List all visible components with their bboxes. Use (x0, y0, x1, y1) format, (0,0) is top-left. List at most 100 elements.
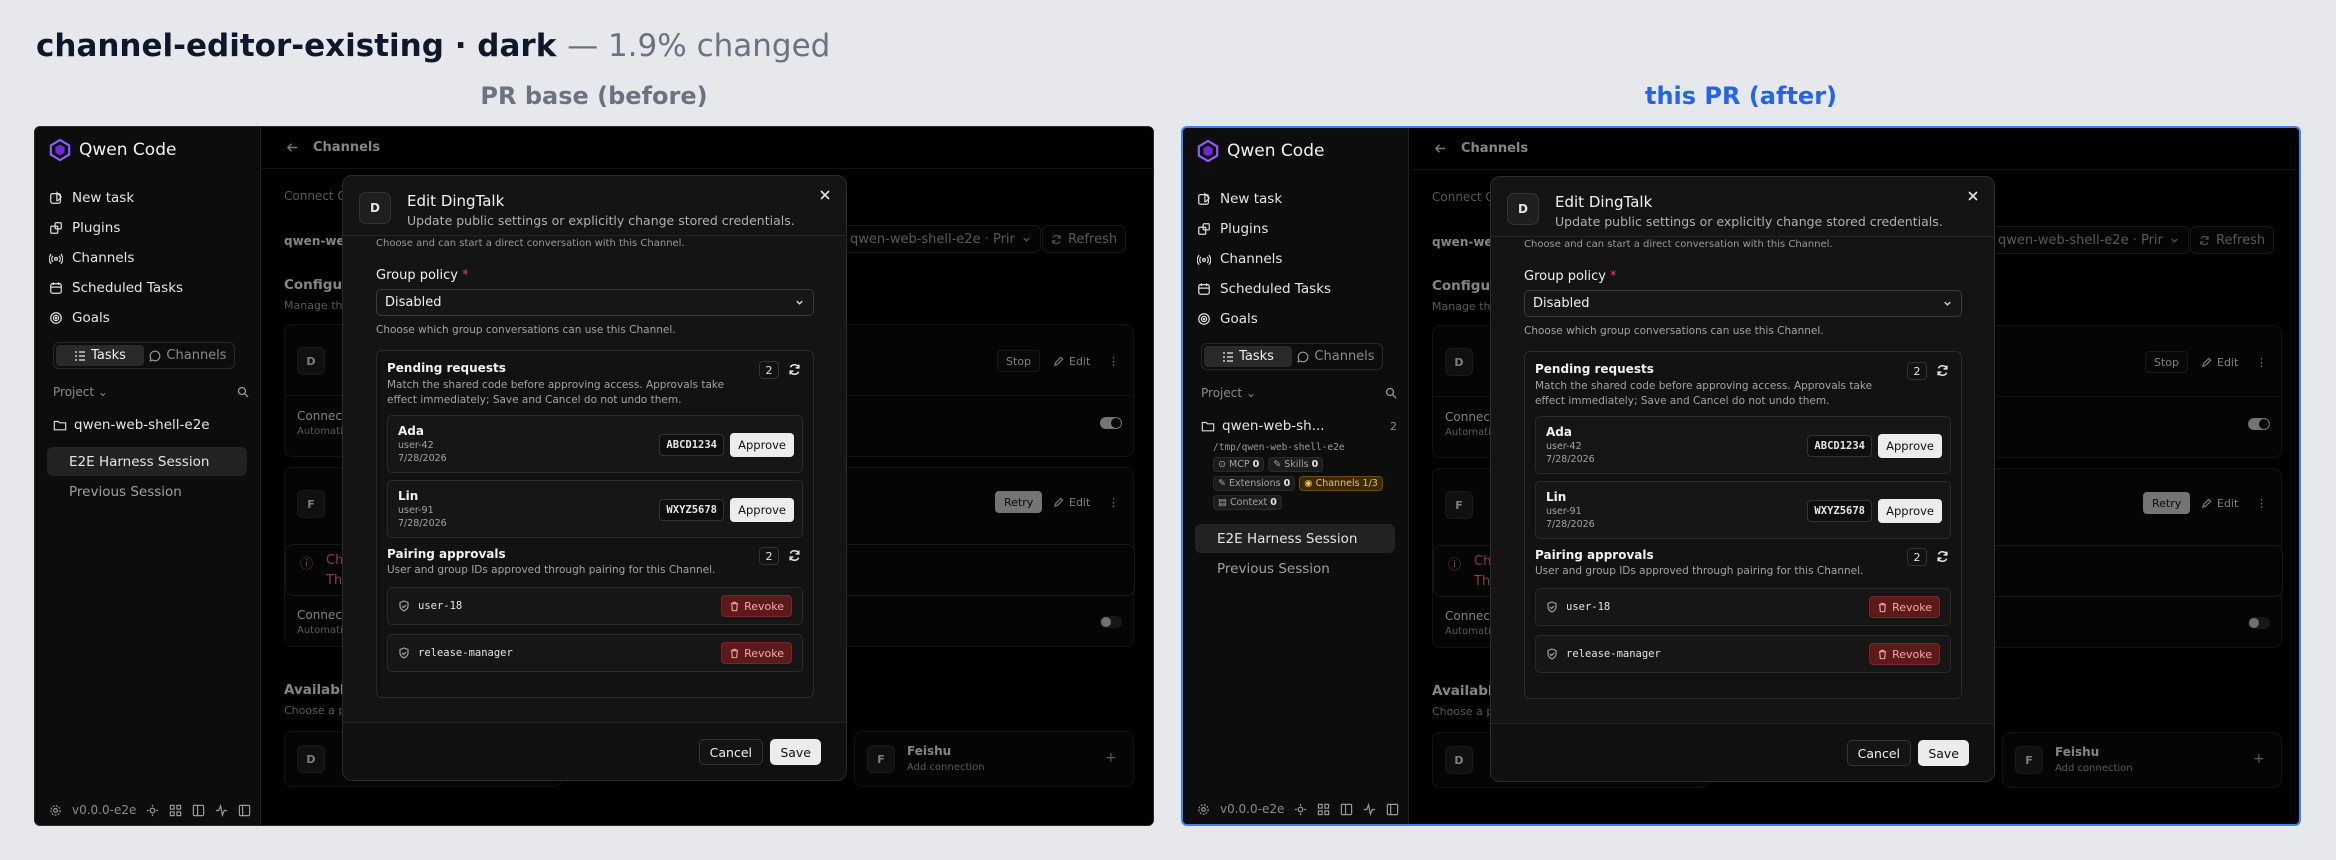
nav-label: Goals (1220, 311, 1258, 327)
settings-icon[interactable] (1197, 803, 1210, 816)
session-e2e-harness[interactable]: E2E Harness Session (47, 447, 247, 476)
theme-icon[interactable] (146, 804, 159, 817)
nav-label: Channels (1220, 251, 1283, 267)
theme-icon[interactable] (1294, 803, 1307, 816)
refresh-icon[interactable] (1936, 364, 1949, 377)
nav-scheduled-tasks[interactable]: Scheduled Tasks (1197, 274, 1397, 304)
folder-icon (53, 420, 67, 431)
chip-value: 0 (1270, 497, 1277, 508)
list-icon (1223, 351, 1234, 362)
chip-skills[interactable]: ✎ Skills 0 (1268, 457, 1324, 472)
chip-extensions[interactable]: ✎ Extensions 0 (1213, 476, 1296, 491)
nav-label: Goals (72, 310, 110, 326)
brand-name: Qwen Code (1227, 141, 1325, 161)
sidebar-footer: v0.0.0-e2e (1197, 802, 1399, 816)
group-policy-select[interactable]: Disabled (1524, 290, 1962, 317)
approve-button[interactable]: Approve (1878, 434, 1942, 458)
project-dropdown[interactable]: Project ⌄ (1201, 386, 1256, 400)
tab-channels[interactable]: Channels (1292, 346, 1380, 367)
nav-goals[interactable]: Goals (49, 303, 249, 333)
nav-new-task[interactable]: New task (49, 183, 249, 213)
page-title-main: channel-editor-existing · dark (36, 28, 557, 64)
activity-icon[interactable] (215, 803, 228, 817)
refresh-icon[interactable] (788, 363, 801, 376)
project-dropdown[interactable]: Project ⌄ (53, 385, 108, 399)
session-previous[interactable]: Previous Session (1195, 554, 1395, 583)
modal-header: D Edit DingTalk Update public settings o… (1491, 177, 1994, 237)
close-icon[interactable] (1966, 189, 1980, 203)
cancel-button[interactable]: Cancel (1846, 740, 1911, 766)
approved-id: release-manager (1566, 648, 1661, 660)
search-icon[interactable] (237, 386, 249, 398)
activity-icon[interactable] (1363, 802, 1376, 816)
chevron-down-icon: ⌄ (1245, 386, 1256, 400)
search-icon[interactable] (1385, 387, 1397, 399)
trash-icon (730, 601, 739, 611)
settings-icon[interactable] (49, 804, 62, 817)
pairing-approvals-description: User and group IDs approved through pair… (387, 564, 716, 576)
grid-icon[interactable] (1317, 803, 1330, 816)
chip-context[interactable]: ▤ Context 0 (1213, 495, 1282, 510)
pending-requests-description: Match the shared code before approving a… (387, 379, 725, 406)
scrolled-help-text: Choose and can start a direct conversati… (1524, 239, 1833, 250)
panel-icon[interactable] (1340, 803, 1353, 816)
workspace-item[interactable]: qwen-web-shell-e2e (53, 417, 249, 433)
chip-label: Context (1230, 497, 1268, 508)
revoke-button[interactable]: Revoke (721, 642, 792, 664)
grid-icon[interactable] (169, 804, 182, 817)
pairing-approval-row: user-18 Revoke (387, 587, 803, 625)
nav-channels[interactable]: Channels (49, 243, 249, 273)
session-e2e-harness[interactable]: E2E Harness Session (1195, 524, 1395, 553)
request-date: 7/28/2026 (1546, 519, 1595, 530)
nav-channels[interactable]: Channels (1197, 244, 1397, 274)
chip-mcp[interactable]: ⊙ MCP 0 (1213, 457, 1265, 472)
brand[interactable]: Qwen Code (49, 139, 176, 161)
chip-channels[interactable]: ◉ Channels 1/3 (1299, 476, 1383, 491)
version-label: v0.0.0-e2e (72, 803, 137, 817)
refresh-icon[interactable] (1936, 550, 1949, 563)
new-task-icon (50, 191, 63, 204)
chip-label: Channels 1/3 (1315, 478, 1378, 489)
sidebar: Qwen Code New task Plugins Channels Sche… (35, 127, 261, 825)
requester-name: Lin (1546, 490, 1567, 504)
group-policy-select[interactable]: Disabled (376, 289, 814, 316)
nav-scheduled-tasks[interactable]: Scheduled Tasks (49, 273, 249, 303)
approve-button[interactable]: Approve (1878, 499, 1942, 523)
app-window: Qwen Code New task Plugins Channels Sche… (35, 127, 1153, 825)
brand[interactable]: Qwen Code (1197, 140, 1324, 162)
modal-title: Edit DingTalk (1555, 193, 1653, 211)
project-header: Project ⌄ (53, 385, 249, 399)
save-button[interactable]: Save (770, 739, 821, 765)
sidebar-toggle-icon[interactable] (1386, 803, 1399, 816)
group-policy-label-text: Group policy (376, 268, 458, 283)
nav-plugins[interactable]: Plugins (49, 213, 249, 243)
nav-goals[interactable]: Goals (1197, 304, 1397, 334)
nav-label: Scheduled Tasks (72, 280, 184, 296)
session-previous[interactable]: Previous Session (47, 477, 247, 506)
pairing-count-badge: 2 (1907, 548, 1927, 566)
save-button[interactable]: Save (1918, 740, 1969, 766)
caption-after: this PR (after) (1644, 82, 1837, 110)
close-icon[interactable] (818, 188, 832, 202)
revoke-button[interactable]: Revoke (721, 595, 792, 617)
refresh-icon[interactable] (788, 549, 801, 562)
approve-button[interactable]: Approve (730, 498, 794, 522)
group-policy-label: Group policy * (1524, 269, 1616, 284)
approve-button[interactable]: Approve (730, 433, 794, 457)
tab-tasks[interactable]: Tasks (1204, 346, 1292, 367)
revoke-button[interactable]: Revoke (1869, 643, 1940, 665)
revoke-button[interactable]: Revoke (1869, 596, 1940, 618)
tab-channels[interactable]: Channels (144, 345, 232, 366)
pending-requests-title: Pending requests (387, 361, 506, 375)
requester-name: Ada (398, 424, 424, 438)
tab-tasks[interactable]: Tasks (56, 345, 144, 366)
nav-new-task[interactable]: New task (1197, 184, 1397, 214)
sidebar: Qwen Code New task Plugins Channels Sche… (1183, 128, 1409, 824)
sidebar-toggle-icon[interactable] (238, 804, 251, 817)
nav-plugins[interactable]: Plugins (1197, 214, 1397, 244)
cancel-button[interactable]: Cancel (698, 739, 763, 765)
workspace-item[interactable]: qwen-web-sh... 2 (1201, 418, 1397, 434)
panel-icon[interactable] (192, 804, 205, 817)
pairing-approvals-title: Pairing approvals (387, 547, 506, 561)
nav-label: Plugins (1220, 221, 1269, 237)
